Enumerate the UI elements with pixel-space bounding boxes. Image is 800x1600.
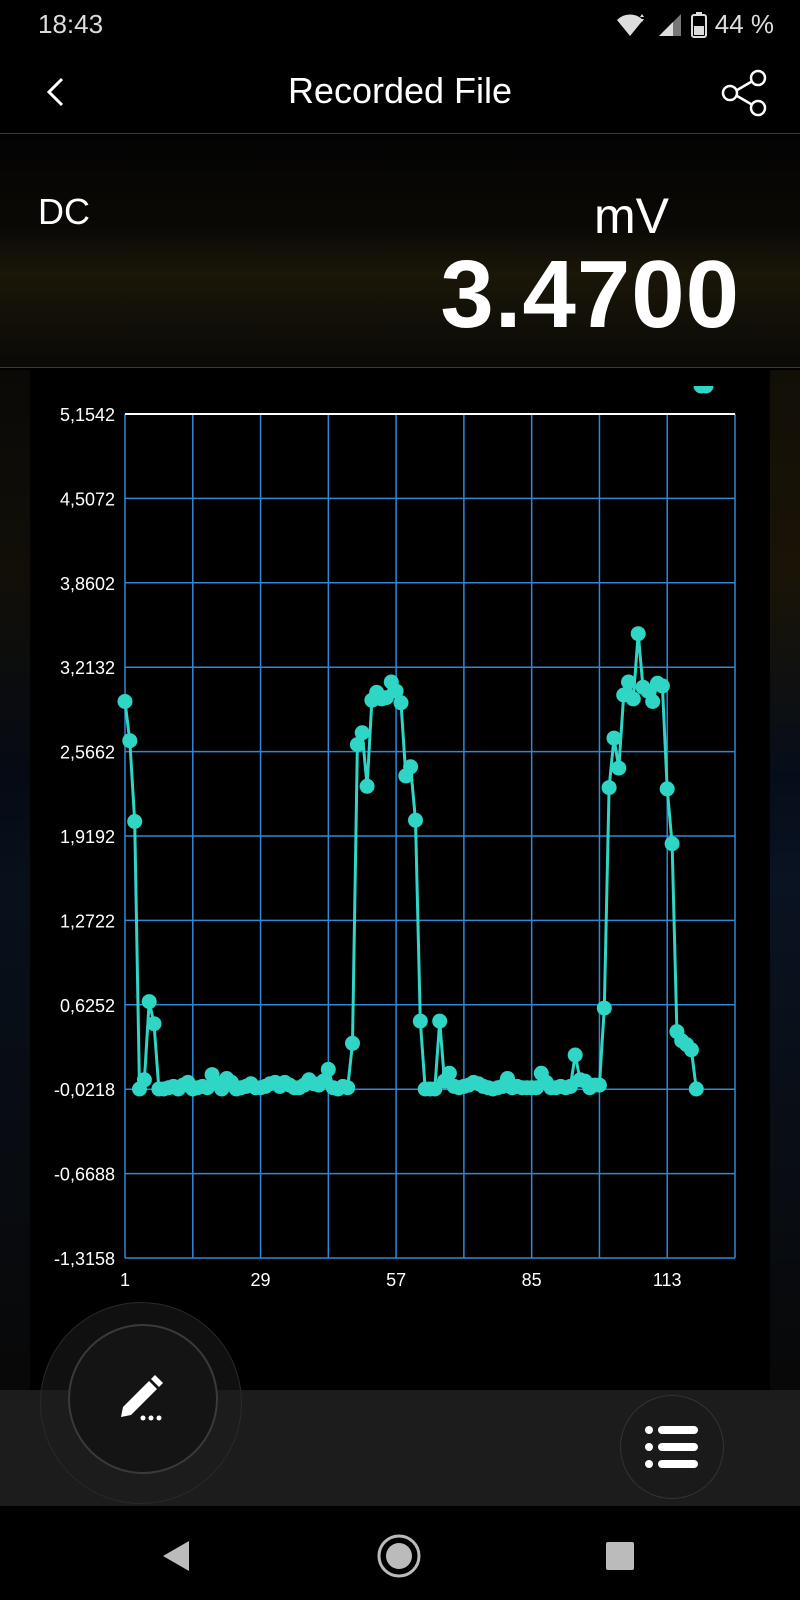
data-point <box>136 1072 152 1088</box>
page-title: Recorded File <box>287 70 513 111</box>
share-button[interactable] <box>718 66 772 120</box>
data-point <box>340 1080 356 1096</box>
y-tick-label: 1,9192 <box>60 827 115 847</box>
data-point <box>412 1013 428 1029</box>
data-point <box>645 694 661 709</box>
nav-back-button[interactable] <box>146 1526 206 1586</box>
y-tick-label: -0,0218 <box>54 1080 115 1100</box>
recording-chart[interactable]: 5,1542 4,5072 3,8602 3,2132 2,5662 1,9192 1,27… <box>30 386 770 1390</box>
y-tick-label: 4,5072 <box>60 489 115 509</box>
data-point <box>403 759 419 775</box>
y-tick-label: 1,2722 <box>60 911 115 931</box>
measurement-unit: mV <box>594 188 669 244</box>
data-point <box>664 836 680 852</box>
nav-home-icon <box>377 1534 421 1578</box>
chart-panel[interactable]: 5,1542 4,5072 3,8602 3,2132 2,5662 1,9192 1,27… <box>30 386 770 1390</box>
list-icon <box>645 1426 698 1468</box>
reading-panel: DC mV 3.4700 <box>0 135 800 368</box>
x-tick-label: 113 <box>653 1270 682 1290</box>
status-bar: 18:43 44 % <box>0 0 800 50</box>
status-icons: 44 % <box>615 9 774 40</box>
data-point <box>621 674 636 690</box>
data-point <box>591 1077 607 1093</box>
data-point <box>611 760 627 776</box>
background-blur-right <box>770 370 800 1390</box>
data-point <box>688 1081 704 1097</box>
x-tick-label: 85 <box>522 1270 542 1290</box>
y-tick-label: 2,5662 <box>60 743 115 763</box>
y-tick-label: 5,1542 <box>60 405 115 425</box>
data-point <box>122 733 138 749</box>
nav-home-button[interactable] <box>369 1526 429 1586</box>
data-point <box>117 694 133 709</box>
nav-recents-icon <box>606 1542 634 1570</box>
data-point <box>127 814 143 829</box>
data-point <box>432 1013 448 1029</box>
data-point <box>354 725 370 741</box>
y-tick-label: -0,6688 <box>54 1165 115 1185</box>
data-point <box>393 695 409 711</box>
app-bar: Recorded File <box>0 50 800 134</box>
nav-back-icon <box>163 1541 189 1571</box>
data-point <box>625 691 641 707</box>
nav-recents-button[interactable] <box>590 1526 650 1586</box>
battery-percent: 44 % <box>714 9 774 39</box>
data-point <box>601 780 617 796</box>
data-point <box>596 1000 612 1016</box>
wifi-icon <box>615 12 645 38</box>
edit-pencil-icon <box>121 1375 163 1421</box>
measurement-value: 3.4700 <box>440 241 740 348</box>
data-point <box>630 626 646 642</box>
measurement-mode: DC <box>38 191 90 232</box>
edit-button[interactable] <box>68 1324 218 1474</box>
data-point <box>408 812 423 828</box>
status-time: 18:43 <box>38 9 104 39</box>
data-point <box>659 781 675 797</box>
x-tick-label: 57 <box>386 1270 406 1290</box>
data-point <box>606 730 622 746</box>
y-tick-label: -1,3158 <box>54 1249 115 1269</box>
y-tick-label: 3,8602 <box>60 574 115 594</box>
y-tick-label: 0,6252 <box>60 996 115 1016</box>
battery-icon <box>690 11 707 38</box>
share-icon <box>721 69 767 117</box>
system-nav-bar <box>0 1506 800 1600</box>
background-blur-left <box>0 370 30 1390</box>
signal-icon <box>653 12 683 38</box>
y-tick-label: 3,2132 <box>60 658 115 678</box>
data-point <box>320 1061 336 1077</box>
data-point <box>654 678 670 694</box>
x-tick-label: 29 <box>251 1270 271 1290</box>
data-point <box>146 1016 162 1032</box>
data-point <box>683 1042 699 1058</box>
data-point <box>359 778 375 794</box>
data-point <box>441 1065 457 1081</box>
data-point <box>345 1035 360 1051</box>
x-tick-label: 1 <box>120 1270 130 1290</box>
data-point <box>141 994 157 1010</box>
series-line <box>123 632 698 1091</box>
list-button[interactable] <box>620 1395 724 1499</box>
data-point <box>567 1047 583 1063</box>
